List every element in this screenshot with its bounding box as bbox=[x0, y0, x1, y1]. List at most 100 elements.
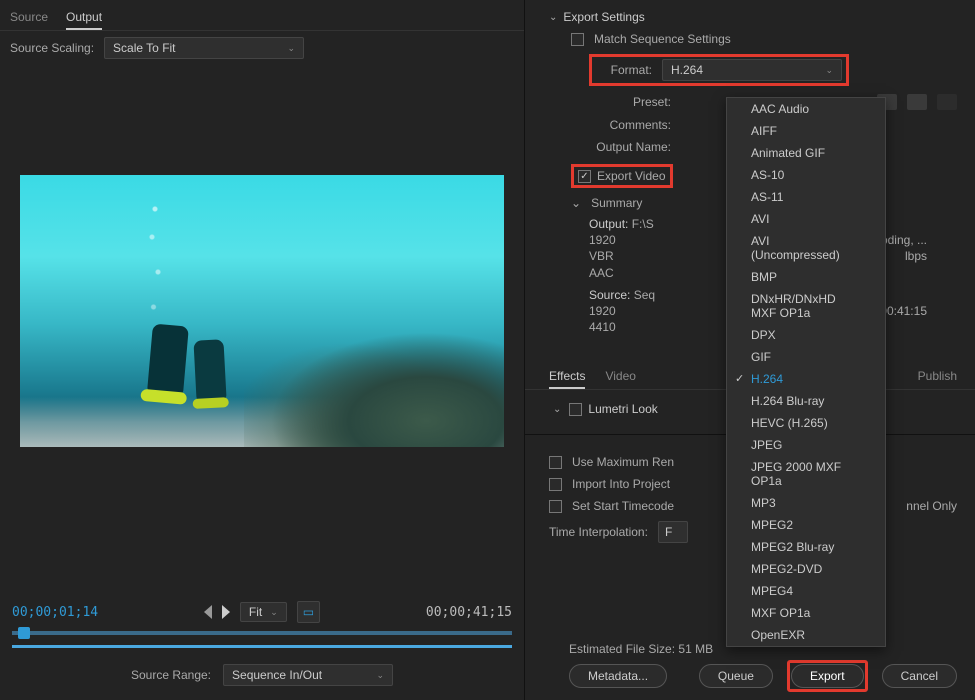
format-option[interactable]: JPEG 2000 MXF OP1a bbox=[727, 456, 885, 492]
format-option[interactable]: H.264 bbox=[727, 368, 885, 390]
format-value: H.264 bbox=[671, 63, 703, 77]
source-range-select[interactable]: Sequence In/Out ⌄ bbox=[223, 664, 393, 686]
format-option[interactable]: MP3 bbox=[727, 492, 885, 514]
tab-publish[interactable]: Publish bbox=[918, 365, 957, 389]
preview-tabs: Source Output bbox=[0, 0, 524, 31]
summary-text: 1920 bbox=[589, 232, 616, 248]
format-dropdown[interactable]: AAC AudioAIFFAnimated GIFAS-10AS-11AVIAV… bbox=[726, 97, 886, 647]
tab-effects[interactable]: Effects bbox=[549, 365, 585, 389]
preview-graphic bbox=[244, 317, 504, 447]
delete-preset-icon[interactable] bbox=[937, 94, 957, 110]
preview-graphic bbox=[147, 324, 189, 395]
summary-text: lbps bbox=[905, 248, 927, 264]
summary-text: 00:41:15 bbox=[880, 303, 927, 319]
format-option[interactable]: AAC Audio bbox=[727, 98, 885, 120]
match-sequence-checkbox[interactable] bbox=[571, 33, 584, 46]
preview-pane: Source Output Source Scaling: Scale To F… bbox=[0, 0, 524, 700]
chevron-down-icon: ⌄ bbox=[553, 404, 561, 415]
summary-text: 1920 bbox=[589, 303, 616, 319]
playhead[interactable] bbox=[18, 627, 30, 639]
match-sequence-label: Match Sequence Settings bbox=[594, 32, 731, 46]
source-scaling-value: Scale To Fit bbox=[113, 41, 175, 55]
source-scaling-label: Source Scaling: bbox=[10, 41, 94, 55]
tab-video[interactable]: Video bbox=[605, 365, 635, 389]
format-option[interactable]: AVI (Uncompressed) bbox=[727, 230, 885, 266]
preset-label: Preset: bbox=[589, 95, 671, 109]
lumetri-label: Lumetri Look bbox=[588, 402, 657, 416]
chevron-down-icon: ⌄ bbox=[825, 65, 833, 76]
source-range-value: Sequence In/Out bbox=[232, 668, 322, 682]
lumetri-checkbox[interactable] bbox=[569, 403, 582, 416]
timeline-track[interactable] bbox=[0, 623, 524, 654]
format-option[interactable]: DNxHR/DNxHD MXF OP1a bbox=[727, 288, 885, 324]
format-option[interactable]: BMP bbox=[727, 266, 885, 288]
use-max-label: Use Maximum Ren bbox=[572, 455, 674, 469]
format-option[interactable]: AIFF bbox=[727, 120, 885, 142]
format-label: Format: bbox=[596, 63, 652, 77]
format-option[interactable]: MPEG4 bbox=[727, 580, 885, 602]
format-option[interactable]: AS-10 bbox=[727, 164, 885, 186]
summary-label: Summary bbox=[591, 196, 642, 210]
format-option[interactable]: OpenEXR bbox=[727, 624, 885, 646]
format-select[interactable]: H.264 ⌄ bbox=[662, 59, 842, 81]
tab-source[interactable]: Source bbox=[10, 6, 48, 30]
format-option[interactable]: GIF bbox=[727, 346, 885, 368]
format-option[interactable]: AS-11 bbox=[727, 186, 885, 208]
export-settings-header[interactable]: ⌄ Export Settings bbox=[549, 10, 957, 24]
format-option[interactable]: MPEG2 Blu-ray bbox=[727, 536, 885, 558]
import-preset-icon[interactable] bbox=[907, 94, 927, 110]
viewport-toggle-icon[interactable]: ▭ bbox=[297, 601, 320, 623]
queue-button[interactable]: Queue bbox=[699, 664, 773, 688]
playback-controls: Fit ⌄ ▭ bbox=[204, 601, 320, 623]
summary-output-hdr: Output: bbox=[589, 217, 628, 231]
chevron-down-icon: ⌄ bbox=[549, 12, 557, 23]
export-footer: Metadata... Queue Export Cancel bbox=[525, 660, 975, 692]
export-video-label: Export Video bbox=[597, 169, 666, 183]
format-option[interactable]: MXF OP1a bbox=[727, 602, 885, 624]
estimated-size: Estimated File Size: 51 MB bbox=[569, 642, 713, 656]
timeline-controls: 00;00;01;14 Fit ⌄ ▭ 00;00;41;15 bbox=[0, 591, 524, 623]
match-sequence-row: Match Sequence Settings bbox=[571, 32, 957, 46]
format-option[interactable]: H.264 Blu-ray bbox=[727, 390, 885, 412]
tab-output[interactable]: Output bbox=[66, 6, 102, 30]
format-option[interactable]: HEVC (H.265) bbox=[727, 412, 885, 434]
source-scaling-select[interactable]: Scale To Fit ⌄ bbox=[104, 37, 304, 59]
timecode-total: 00;00;41;15 bbox=[426, 605, 512, 620]
format-option[interactable]: MPEG2-DVD bbox=[727, 558, 885, 580]
output-name-label: Output Name: bbox=[589, 140, 671, 154]
chevron-down-icon: ⌄ bbox=[270, 607, 278, 618]
format-option[interactable]: JPEG bbox=[727, 434, 885, 456]
export-video-checkbox[interactable] bbox=[578, 170, 591, 183]
metadata-button[interactable]: Metadata... bbox=[569, 664, 667, 688]
range-bar[interactable] bbox=[12, 645, 512, 648]
step-back-icon[interactable] bbox=[204, 605, 212, 619]
summary-text: Seq bbox=[634, 288, 655, 302]
preview-wrap bbox=[0, 175, 524, 447]
export-button[interactable]: Export bbox=[791, 664, 864, 688]
time-interpolation-value: F bbox=[665, 525, 672, 539]
comments-label: Comments: bbox=[589, 118, 671, 132]
format-option[interactable]: DPX bbox=[727, 324, 885, 346]
use-max-checkbox[interactable] bbox=[549, 456, 562, 469]
start-timecode-checkbox[interactable] bbox=[549, 500, 562, 513]
cancel-button[interactable]: Cancel bbox=[882, 664, 957, 688]
format-option[interactable]: AVI bbox=[727, 208, 885, 230]
alpha-only-label: nnel Only bbox=[906, 499, 957, 513]
estimated-size-label: Estimated File Size: bbox=[569, 642, 675, 656]
format-row: Format: H.264 ⌄ bbox=[589, 54, 957, 86]
chevron-down-icon: ⌄ bbox=[376, 670, 384, 681]
format-option[interactable]: Animated GIF bbox=[727, 142, 885, 164]
start-timecode-label: Set Start Timecode bbox=[572, 499, 674, 513]
timecode-current[interactable]: 00;00;01;14 bbox=[12, 605, 98, 620]
summary-text: F:\S bbox=[632, 217, 654, 231]
time-interpolation-label: Time Interpolation: bbox=[549, 525, 648, 539]
time-interpolation-select[interactable]: F bbox=[658, 521, 688, 543]
source-range-label: Source Range: bbox=[131, 668, 211, 682]
summary-source-hdr: Source: bbox=[589, 288, 630, 302]
zoom-select[interactable]: Fit ⌄ bbox=[240, 602, 287, 622]
video-preview[interactable] bbox=[20, 175, 504, 447]
import-project-checkbox[interactable] bbox=[549, 478, 562, 491]
format-option[interactable]: MPEG2 bbox=[727, 514, 885, 536]
preview-graphic bbox=[193, 339, 226, 400]
play-icon[interactable] bbox=[222, 605, 230, 619]
